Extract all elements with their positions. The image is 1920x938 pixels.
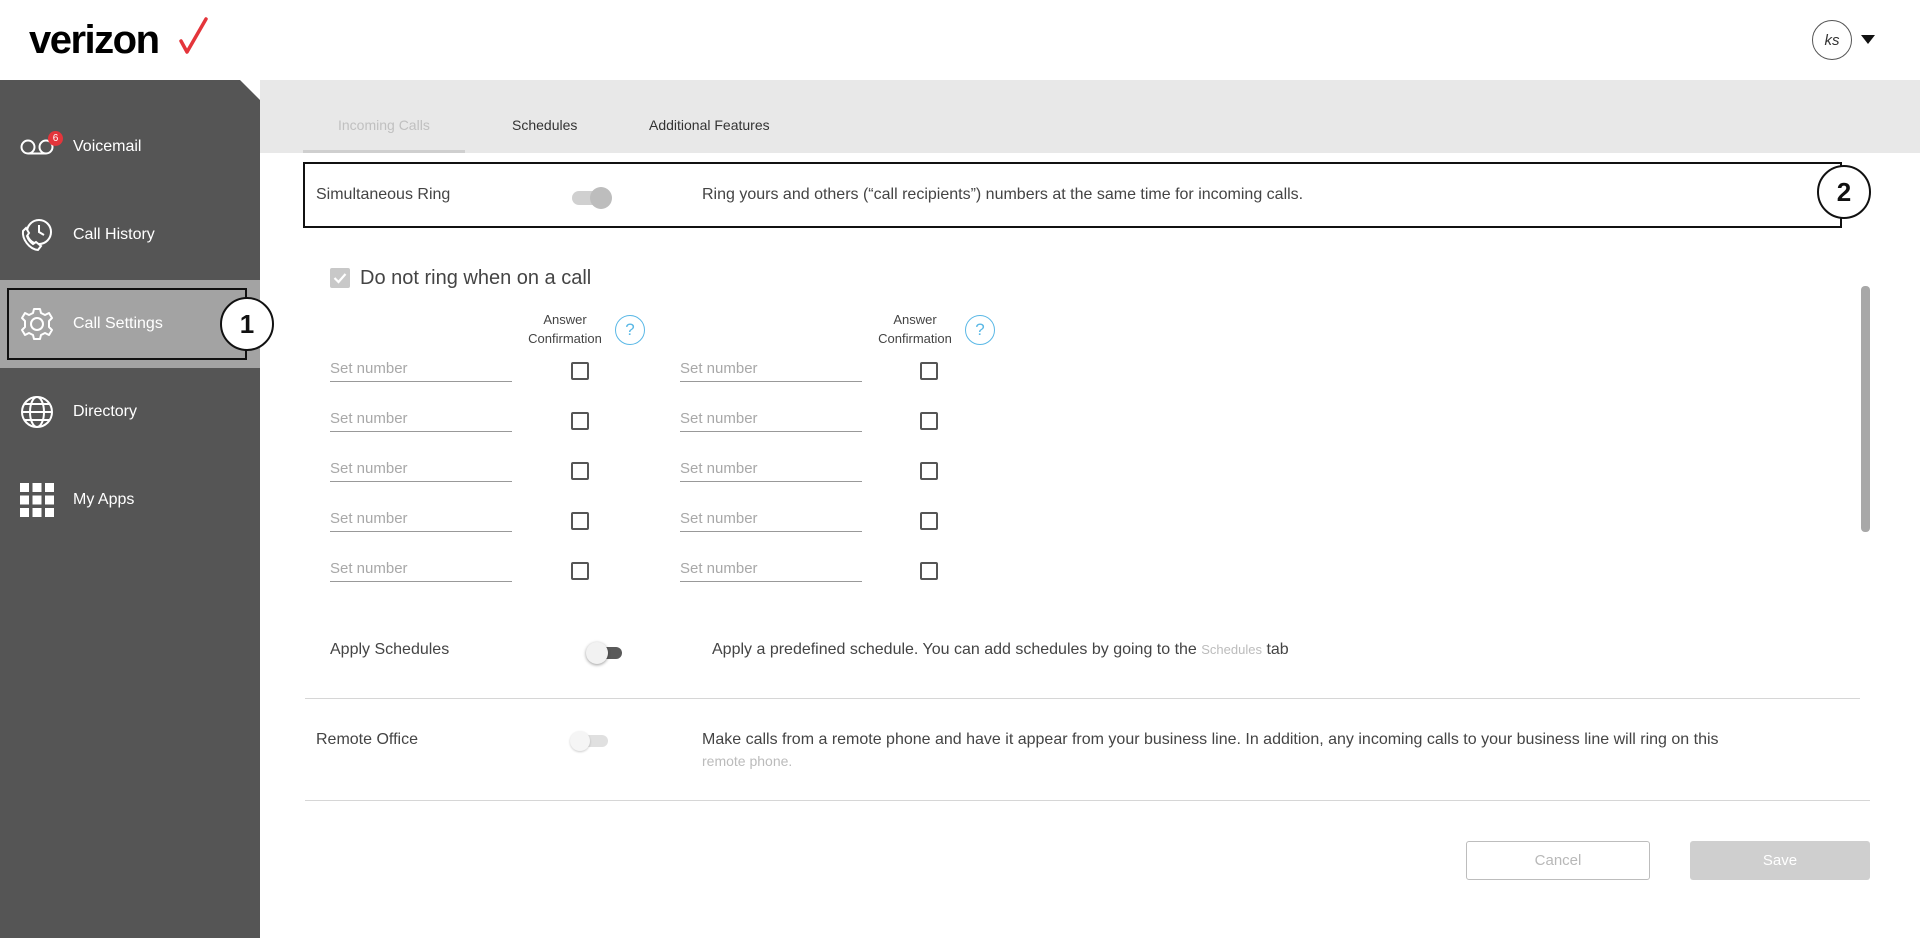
answer-confirmation-checkbox[interactable]: [920, 412, 938, 430]
sidebar-item-my-apps[interactable]: My Apps: [0, 456, 260, 544]
tab-schedules[interactable]: Schedules: [512, 117, 577, 133]
toggle-knob: [570, 731, 590, 751]
sidebar-item-label: Call History: [73, 226, 155, 243]
account-menu-caret-icon[interactable]: [1861, 35, 1875, 44]
callout-marker-1: 1: [220, 297, 274, 351]
gear-icon: [18, 305, 56, 343]
do-not-ring-checkbox[interactable]: [330, 268, 350, 288]
help-icon[interactable]: ?: [965, 315, 995, 345]
apply-schedules-description: Apply a predefined schedule. You can add…: [712, 641, 1289, 658]
section-divider: [305, 698, 1860, 699]
help-icon[interactable]: ?: [615, 315, 645, 345]
answer-confirmation-checkbox[interactable]: [571, 562, 589, 580]
user-avatar[interactable]: ks: [1812, 20, 1852, 60]
answer-confirmation-header: Answer Confirmation: [878, 312, 952, 346]
set-number-input[interactable]: [330, 506, 512, 532]
call-history-icon: [18, 216, 56, 254]
sidebar-item-label: My Apps: [73, 491, 135, 508]
set-number-input[interactable]: [330, 406, 512, 432]
voicemail-count-badge: 6: [48, 131, 63, 146]
apply-schedules-label: Apply Schedules: [330, 641, 450, 658]
answer-confirmation-checkbox[interactable]: [571, 462, 589, 480]
answer-confirmation-checkbox[interactable]: [920, 512, 938, 530]
do-not-ring-label: Do not ring when on a call: [360, 267, 592, 289]
verizon-logo: verizon: [29, 18, 160, 62]
toggle-knob: [590, 187, 612, 209]
logo-check-icon: [179, 17, 208, 54]
save-button[interactable]: Save: [1690, 841, 1870, 880]
tab-bar: Incoming Calls Schedules Additional Feat…: [260, 80, 1920, 153]
apply-schedules-toggle[interactable]: [586, 642, 622, 664]
active-tab-indicator: [303, 150, 465, 153]
answer-confirmation-header: Answer Confirmation: [528, 312, 602, 346]
globe-icon: [18, 393, 56, 431]
sidebar-item-label: Call Settings: [73, 315, 163, 332]
section-divider: [305, 800, 1870, 801]
sidebar-item-call-history[interactable]: Call History: [0, 191, 260, 279]
simultaneous-ring-label: Simultaneous Ring: [316, 186, 451, 203]
callout-marker-2: 2: [1817, 165, 1871, 219]
tab-additional-features[interactable]: Additional Features: [649, 117, 770, 133]
checkmark-icon: [333, 273, 347, 284]
sidebar-item-label: Directory: [73, 403, 138, 420]
sidebar-item-label: Voicemail: [73, 138, 142, 155]
answer-confirmation-checkbox[interactable]: [571, 412, 589, 430]
set-number-input[interactable]: [680, 506, 862, 532]
remote-office-toggle[interactable]: [570, 731, 608, 751]
set-number-input[interactable]: [330, 456, 512, 482]
toggle-knob: [586, 642, 608, 664]
cancel-button[interactable]: Cancel: [1466, 841, 1650, 880]
app-header: verizon ks: [0, 0, 1920, 80]
set-number-input[interactable]: [680, 356, 862, 382]
schedules-link[interactable]: Schedules: [1201, 642, 1262, 657]
answer-confirmation-checkbox[interactable]: [571, 362, 589, 380]
set-number-input[interactable]: [680, 456, 862, 482]
answer-confirmation-checkbox[interactable]: [571, 512, 589, 530]
simultaneous-ring-toggle[interactable]: [572, 187, 612, 209]
remote-office-label: Remote Office: [316, 731, 418, 748]
answer-confirmation-checkbox[interactable]: [920, 562, 938, 580]
set-number-input[interactable]: [680, 556, 862, 582]
remote-office-description-cont: remote phone.: [702, 753, 793, 769]
sidebar-item-directory[interactable]: Directory: [0, 368, 260, 456]
tab-incoming-calls[interactable]: Incoming Calls: [338, 117, 430, 133]
app-grid-icon: [18, 481, 56, 519]
sidebar-item-voicemail[interactable]: Voicemail: [0, 103, 260, 191]
set-number-input[interactable]: [330, 556, 512, 582]
answer-confirmation-checkbox[interactable]: [920, 362, 938, 380]
set-number-input[interactable]: [680, 406, 862, 432]
remote-office-description: Make calls from a remote phone and have …: [702, 731, 1719, 748]
set-number-input[interactable]: [330, 356, 512, 382]
answer-confirmation-checkbox[interactable]: [920, 462, 938, 480]
content-scrollbar[interactable]: [1861, 286, 1870, 532]
simultaneous-ring-description: Ring yours and others (“call recipients”…: [702, 186, 1304, 203]
